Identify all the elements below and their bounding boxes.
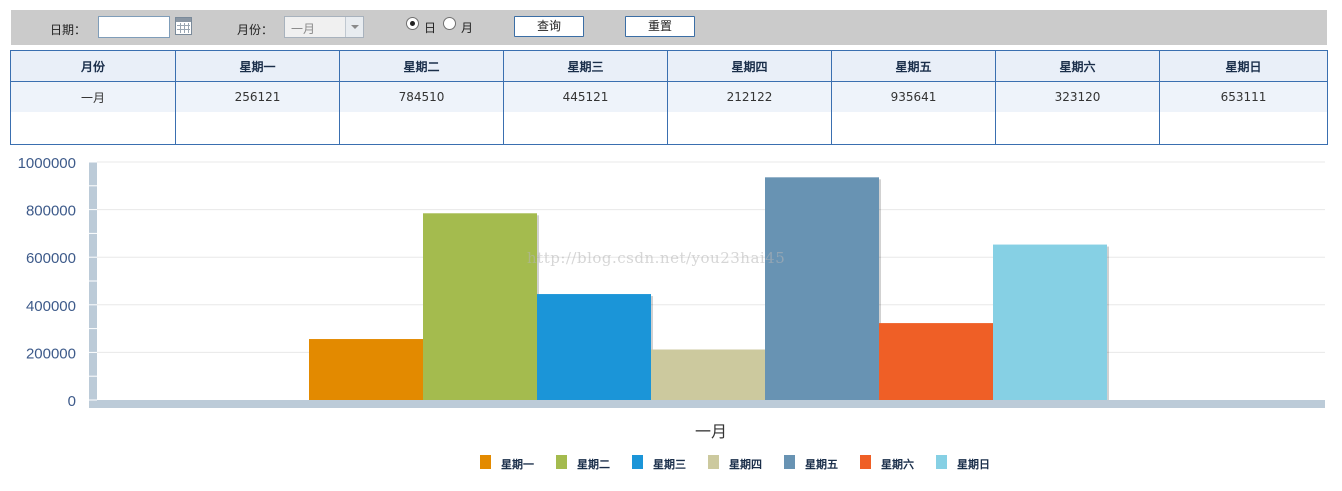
table-cell — [1159, 112, 1328, 145]
calendar-icon[interactable] — [175, 17, 192, 35]
date-input[interactable] — [98, 16, 170, 38]
table-cell: 935641 — [831, 81, 996, 113]
chart-plot: 0 200000 400000 600000 800000 1000000 一月 — [18, 155, 1325, 441]
table-cell — [503, 112, 668, 145]
legend-label: 星期六 — [881, 458, 914, 471]
query-button[interactable]: 查询 — [514, 16, 584, 37]
table-cell: 212122 — [667, 81, 832, 113]
table-cell: 一月 — [10, 81, 176, 113]
month-label: 月份： — [237, 23, 274, 37]
y-tick-label: 800000 — [26, 203, 76, 220]
legend-label: 星期日 — [957, 458, 990, 471]
data-table: 月份 星期一 星期二 星期三 星期四 星期五 星期六 星期日 一月 256121… — [10, 50, 1328, 145]
legend-swatch — [784, 455, 795, 469]
table-header: 星期六 — [995, 50, 1160, 82]
table-header: 星期二 — [339, 50, 504, 82]
bar — [537, 294, 651, 400]
table-header: 星期五 — [831, 50, 996, 82]
table-cell: 653111 — [1159, 81, 1328, 113]
bar — [423, 213, 537, 400]
table-header: 星期四 — [667, 50, 832, 82]
table-cell — [831, 112, 996, 145]
table-cell — [667, 112, 832, 145]
reset-button[interactable]: 重置 — [625, 16, 695, 37]
legend-label: 星期三 — [653, 458, 686, 471]
radio-day[interactable] — [406, 17, 419, 30]
bar — [765, 177, 879, 400]
table-header: 星期三 — [503, 50, 668, 82]
table-header: 星期一 — [175, 50, 340, 82]
table-cell: 323120 — [995, 81, 1160, 113]
legend-swatch — [936, 455, 947, 469]
legend-swatch — [860, 455, 871, 469]
radio-month-label: 月 — [461, 21, 474, 35]
table-header: 星期日 — [1159, 50, 1328, 82]
table-cell — [10, 112, 176, 145]
table-header: 月份 — [10, 50, 176, 82]
x-axis-floor — [97, 400, 1325, 408]
chevron-down-icon[interactable] — [345, 17, 363, 37]
month-select[interactable]: 一月 — [284, 16, 364, 38]
legend-label: 星期四 — [729, 458, 762, 471]
legend-swatch — [708, 455, 719, 469]
search-toolbar: 日期： 月份： 一月 日 月 查询 重置 — [11, 10, 1327, 45]
legend-swatch — [632, 455, 643, 469]
bar — [879, 323, 993, 400]
radio-month[interactable] — [443, 17, 456, 30]
table-cell: 784510 — [339, 81, 504, 113]
month-select-value: 一月 — [291, 22, 316, 36]
bar — [993, 244, 1107, 400]
bar-chart: 0 200000 400000 600000 800000 1000000 一月 http:… — [0, 150, 1342, 491]
date-label: 日期： — [50, 23, 87, 37]
legend-swatch — [480, 455, 491, 469]
y-tick-label: 1000000 — [18, 155, 76, 172]
bar — [309, 339, 423, 400]
legend-swatch — [556, 455, 567, 469]
x-category-label: 一月 — [695, 422, 727, 441]
y-tick-label: 400000 — [26, 298, 76, 315]
legend-label: 星期一 — [501, 458, 534, 471]
y-tick-label: 600000 — [26, 250, 76, 267]
table-cell: 445121 — [503, 81, 668, 113]
table-cell — [995, 112, 1160, 145]
legend-label: 星期五 — [805, 458, 838, 471]
bar — [651, 349, 765, 400]
radio-day-label: 日 — [424, 21, 437, 35]
legend-label: 星期二 — [577, 458, 610, 471]
y-tick-label: 0 — [68, 393, 76, 410]
y-tick-label: 200000 — [26, 345, 76, 362]
table-header-row: 月份 星期一 星期二 星期三 星期四 星期五 星期六 星期日 — [10, 50, 1328, 82]
table-cell — [175, 112, 340, 145]
table-cell — [339, 112, 504, 145]
watermark: http://blog.csdn.net/you23hai45 — [527, 249, 786, 267]
y-axis-wall — [89, 162, 97, 408]
table-row[interactable]: 一月 256121 784510 445121 212122 935641 32… — [10, 81, 1328, 113]
table-cell: 256121 — [175, 81, 340, 113]
table-row-empty — [10, 112, 1328, 145]
